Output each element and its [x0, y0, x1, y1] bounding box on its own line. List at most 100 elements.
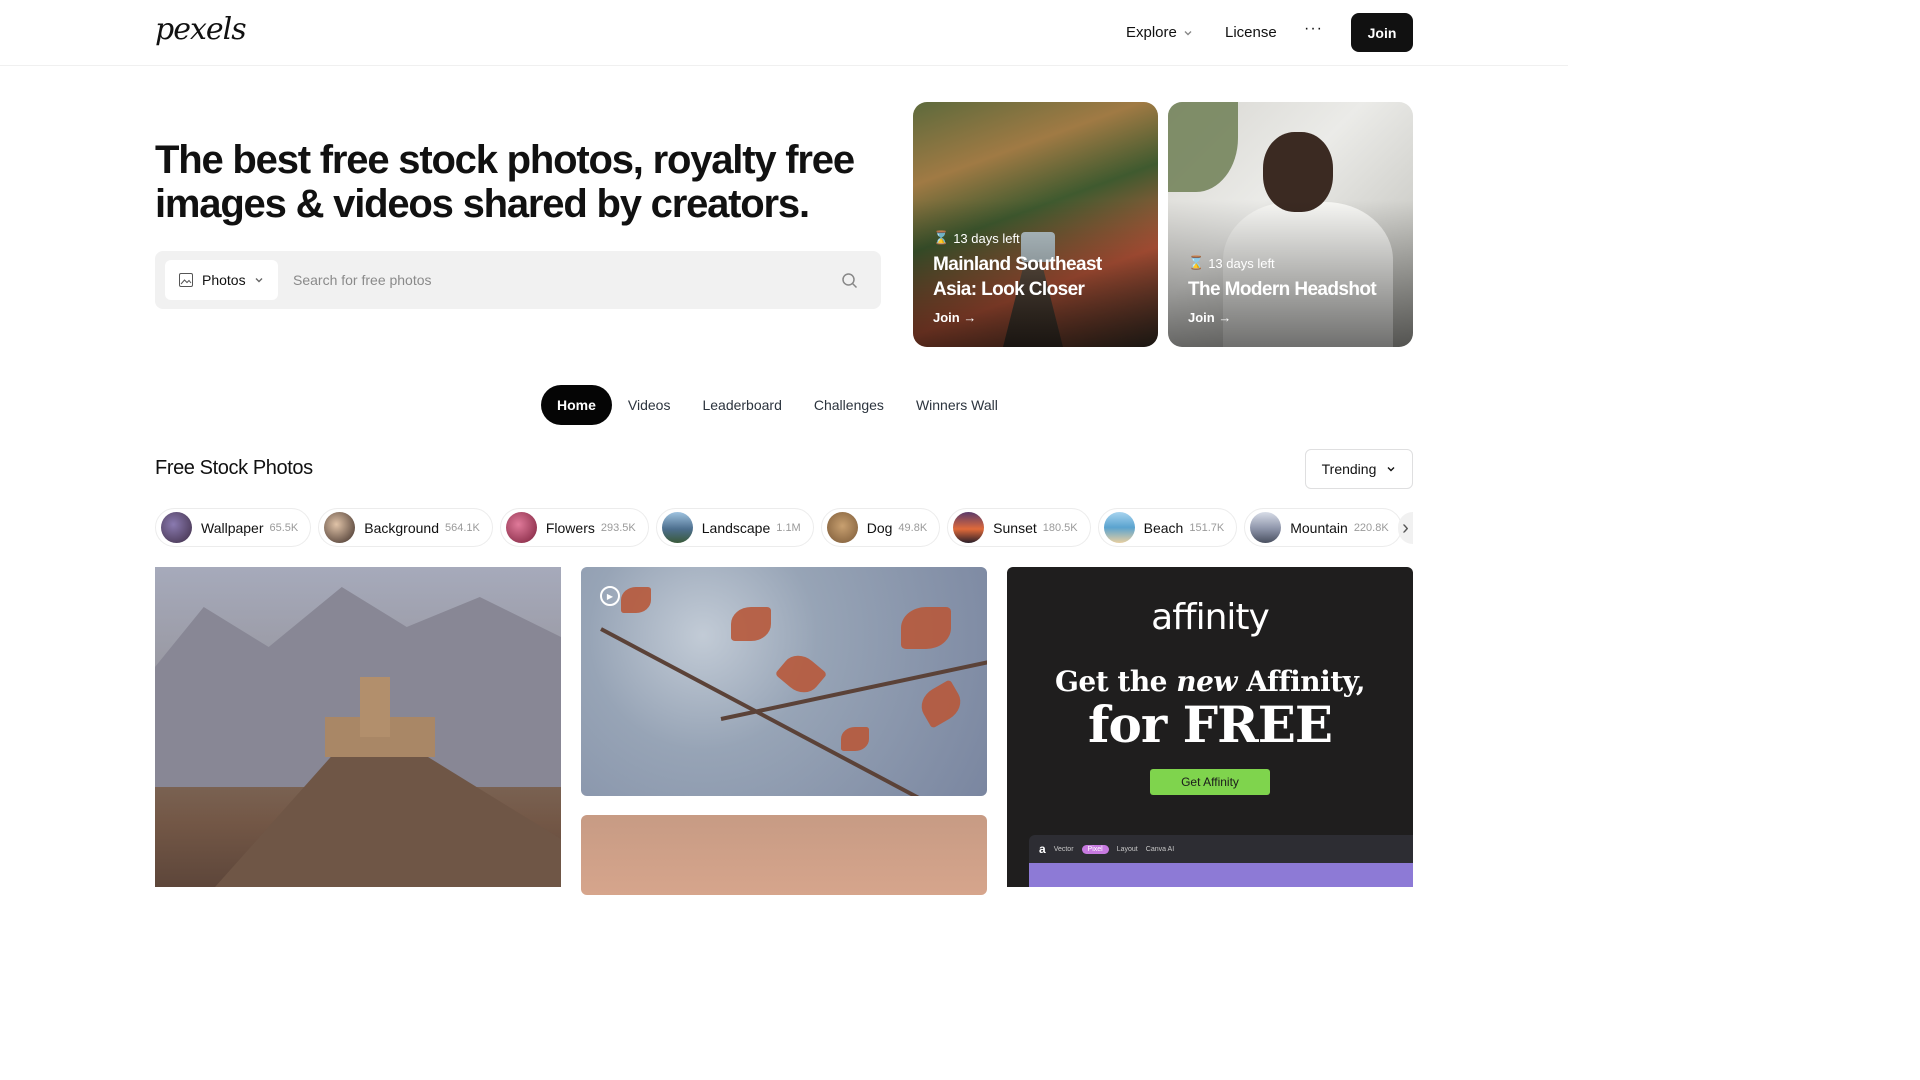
category-count: 1.1M: [776, 521, 801, 534]
ad-app-canvas: [1029, 863, 1413, 887]
tower-shape: [360, 677, 390, 737]
search-type-dropdown[interactable]: Photos: [165, 260, 278, 300]
search-type-label: Photos: [202, 272, 246, 288]
search-icon[interactable]: [841, 272, 859, 290]
category-count: 49.8K: [898, 521, 928, 534]
photo-sky[interactable]: [581, 815, 987, 895]
challenge-join-link[interactable]: Join →: [933, 310, 976, 325]
leaf-shape: [731, 607, 771, 641]
category-name: Landscape: [701, 519, 771, 536]
toolbar-vector: Vector: [1053, 845, 1074, 853]
category-chip-wallpaper[interactable]: Wallpaper 65.5K: [155, 508, 312, 547]
category-thumbnail: [661, 512, 693, 543]
explore-label: Explore: [1126, 24, 1177, 41]
category-count: 564.1K: [444, 521, 480, 534]
ad-headline-pre: Get the: [1054, 665, 1177, 698]
category-thumbnail: [1103, 512, 1135, 543]
top-navigation-bar: pexels Explore License ··· Join: [0, 0, 1568, 66]
category-thumbnail: [161, 512, 192, 543]
category-count: 180.5K: [1042, 521, 1078, 534]
search-input[interactable]: [293, 260, 833, 300]
tab-leaderboard[interactable]: Leaderboard: [686, 385, 797, 425]
sort-dropdown[interactable]: Trending: [1305, 449, 1413, 489]
toolbar-layout: Layout: [1116, 845, 1138, 853]
license-link[interactable]: License: [1225, 24, 1277, 41]
more-options-icon[interactable]: ···: [1304, 20, 1323, 38]
category-chips: Wallpaper 65.5K Background 564.1K Flower…: [155, 508, 1413, 548]
category-count: 220.8K: [1353, 521, 1389, 534]
category-chip-dog[interactable]: Dog 49.8K: [820, 508, 941, 547]
chevron-down-icon: [255, 278, 263, 283]
branch-shape: [600, 627, 973, 796]
challenge-card[interactable]: ⌛ 13 days left The Modern Headshot Join …: [1168, 102, 1413, 347]
ad-headline-large: for FREE: [1088, 695, 1333, 754]
hourglass-icon: ⌛: [933, 230, 950, 245]
app-logo-icon: a: [1039, 842, 1046, 856]
explore-menu[interactable]: Explore: [1126, 24, 1193, 41]
play-icon: ▶: [600, 586, 620, 606]
category-chip-background[interactable]: Background 564.1K: [318, 508, 493, 547]
get-affinity-button[interactable]: Get Affinity: [1150, 769, 1270, 795]
affinity-logo: affinity: [1151, 597, 1270, 638]
tab-home[interactable]: Home: [541, 385, 612, 425]
category-thumbnail: [826, 512, 858, 543]
category-thumbnail: [1250, 512, 1282, 543]
content-tabs: Home Videos Leaderboard Challenges Winne…: [541, 385, 1014, 425]
category-name: Background: [364, 519, 439, 536]
ad-headline-post: Affinity,: [1237, 665, 1366, 698]
category-chip-mountain[interactable]: Mountain 220.8K: [1244, 508, 1402, 547]
image-icon: [179, 273, 193, 287]
category-thumbnail: [505, 512, 537, 543]
toolbar-pixel: Pixel: [1081, 844, 1109, 854]
challenge-card[interactable]: ⌛ 13 days left Mainland Southeast Asia: …: [913, 102, 1158, 347]
hero-title: The best free stock photos, royalty free…: [155, 138, 855, 226]
category-name: Beach: [1143, 519, 1184, 536]
category-thumbnail: [953, 512, 985, 543]
ad-app-preview: a Vector Pixel Layout Canva AI: [1029, 835, 1413, 887]
leaf-shape: [621, 587, 651, 613]
toolbar-canva-ai: Canva AI: [1145, 845, 1175, 853]
sort-label: Trending: [1321, 461, 1377, 477]
days-left-label: 13 days left: [953, 230, 1020, 246]
days-left-label: 13 days left: [1208, 255, 1275, 271]
category-name: Wallpaper: [201, 519, 264, 536]
challenge-join-link[interactable]: Join →: [1188, 310, 1231, 325]
ad-headline: Get the new Affinity,: [1007, 665, 1413, 698]
challenge-days-left: ⌛ 13 days left: [933, 230, 1020, 246]
leaf-shape: [915, 679, 967, 729]
category-chip-landscape[interactable]: Landscape 1.1M: [655, 508, 814, 547]
category-thumbnail: [324, 512, 356, 543]
category-name: Sunset: [993, 519, 1037, 536]
category-count: 65.5K: [269, 521, 299, 534]
plant-image: [1168, 102, 1238, 192]
leaf-shape: [841, 727, 869, 751]
pexels-logo[interactable]: pexels: [155, 12, 247, 47]
challenge-title: Mainland Southeast Asia: Look Closer: [933, 254, 1102, 300]
tab-challenges[interactable]: Challenges: [798, 385, 900, 425]
tab-videos[interactable]: Videos: [612, 385, 687, 425]
category-chip-beach[interactable]: Beach 151.7K: [1097, 508, 1238, 547]
category-count: 293.5K: [600, 521, 636, 534]
search-bar: Photos: [155, 251, 881, 309]
challenge-title: The Modern Headshot: [1188, 279, 1377, 300]
leaf-shape: [901, 607, 951, 649]
hourglass-icon: ⌛: [1188, 255, 1205, 270]
category-chip-sunset[interactable]: Sunset 180.5K: [947, 508, 1091, 547]
tab-winners-wall[interactable]: Winners Wall: [900, 385, 1014, 425]
video-autumn-leaves[interactable]: ▶: [581, 567, 987, 796]
join-button[interactable]: Join: [1351, 13, 1413, 52]
section-title: Free Stock Photos: [155, 457, 313, 479]
ad-headline-new: new: [1176, 665, 1238, 698]
ad-app-toolbar: a Vector Pixel Layout Canva AI: [1039, 841, 1174, 857]
category-name: Mountain: [1290, 519, 1348, 536]
photo-mountain-fort[interactable]: [155, 567, 561, 887]
chevron-down-icon: [1387, 467, 1395, 472]
leaf-shape: [774, 648, 828, 700]
chevron-down-icon: [1184, 30, 1192, 35]
affinity-ad[interactable]: affinity Get the new Affinity, for FREE …: [1007, 567, 1413, 887]
category-count: 151.7K: [1189, 521, 1225, 534]
category-chip-flowers[interactable]: Flowers 293.5K: [499, 508, 649, 547]
category-name: Flowers: [545, 519, 595, 536]
challenge-days-left: ⌛ 13 days left: [1188, 255, 1275, 271]
category-name: Dog: [866, 519, 893, 536]
